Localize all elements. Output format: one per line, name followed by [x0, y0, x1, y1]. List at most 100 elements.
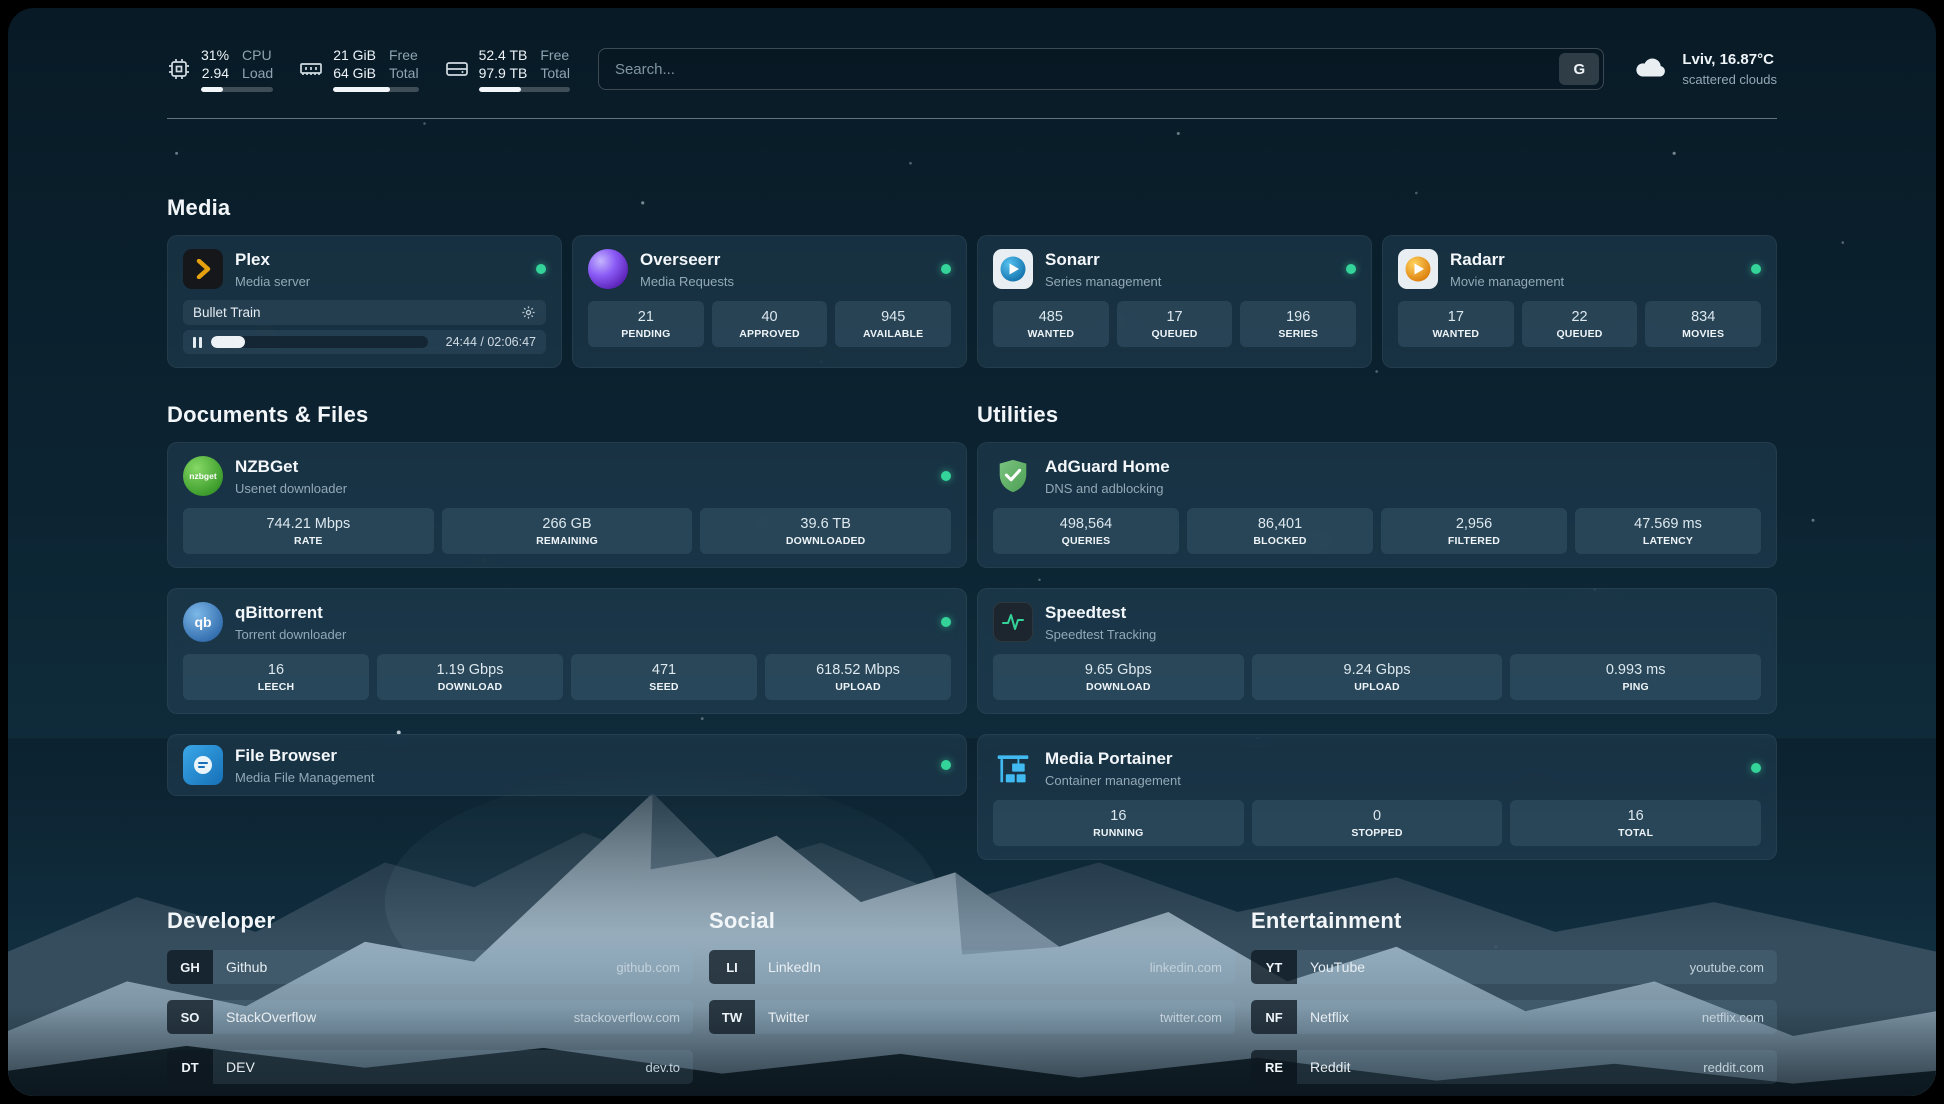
service-name: File Browser — [235, 746, 374, 766]
stat-pending: 21 PENDING — [588, 301, 704, 347]
stat-value: 22 — [1526, 309, 1634, 325]
nzbget-card[interactable]: nzbget NZBGet Usenet downloader 744.21 M… — [167, 442, 967, 568]
stat-value: 0.993 ms — [1514, 662, 1757, 678]
service-name: Radarr — [1450, 250, 1564, 270]
bookmark-dev[interactable]: DT DEV dev.to — [167, 1050, 693, 1084]
service-name: Plex — [235, 250, 310, 270]
bookmark-twitter[interactable]: TW Twitter twitter.com — [709, 1000, 1235, 1034]
stat-value: 17 — [1121, 309, 1229, 325]
status-dot — [1346, 264, 1356, 274]
cpu-widget: 31% 2.94 CPU Load — [167, 46, 273, 92]
portainer-card[interactable]: Media Portainer Container management 16 … — [977, 734, 1777, 860]
stat-value: 47.569 ms — [1579, 516, 1757, 532]
bookmark-url: stackoverflow.com — [574, 1010, 680, 1025]
stat-label: PENDING — [592, 328, 700, 340]
section-documents: Documents & Files nzbget NZBGet Usenet d… — [167, 402, 967, 796]
cpu-load: 2.94 — [202, 64, 229, 82]
media-section-title: Media — [167, 195, 1777, 221]
stat-download: 9.65 Gbps DOWNLOAD — [993, 654, 1244, 700]
top-bar: 31% 2.94 CPU Load — [167, 8, 1777, 92]
stat-total: 16 TOTAL — [1510, 800, 1761, 846]
qbittorrent-card[interactable]: qb qBittorrent Torrent downloader 16 — [167, 588, 967, 714]
stat-value: 17 — [1402, 309, 1510, 325]
filebrowser-icon — [183, 745, 223, 785]
bookmark-name: Twitter — [768, 1009, 809, 1025]
stat-queued: 22 QUEUED — [1522, 301, 1638, 347]
bookmark-abbr: DT — [167, 1050, 213, 1084]
playback-progress[interactable] — [211, 336, 428, 348]
status-dot — [1751, 264, 1761, 274]
sonarr-card[interactable]: Sonarr Series management 485 WANTED 17 Q… — [977, 235, 1372, 368]
stat-value: 16 — [187, 662, 365, 678]
disk-label-2: Total — [540, 64, 570, 82]
gear-icon[interactable] — [521, 305, 536, 320]
stat-label: LEECH — [187, 681, 365, 693]
bookmark-abbr: YT — [1251, 950, 1297, 984]
cloud-icon — [1632, 54, 1670, 85]
bookmark-youtube[interactable]: YT YouTube youtube.com — [1251, 950, 1777, 984]
cpu-label-1: CPU — [242, 46, 273, 64]
stat-label: DOWNLOADED — [704, 535, 947, 547]
overseerr-card[interactable]: Overseerr Media Requests 21 PENDING 40 A… — [572, 235, 967, 368]
bookmark-name: Reddit — [1310, 1059, 1350, 1075]
stat-value: 945 — [839, 309, 947, 325]
bookmark-github[interactable]: GH Github github.com — [167, 950, 693, 984]
overseerr-icon — [588, 249, 628, 289]
social-section-title: Social — [709, 908, 1235, 934]
section-entertainment: Entertainment YT YouTube youtube.com NF … — [1251, 908, 1777, 1084]
bookmark-abbr: SO — [167, 1000, 213, 1034]
stat-series: 196 SERIES — [1240, 301, 1356, 347]
bookmark-abbr: TW — [709, 1000, 755, 1034]
nzbget-icon: nzbget — [183, 456, 223, 496]
bookmark-reddit[interactable]: RE Reddit reddit.com — [1251, 1050, 1777, 1084]
stat-value: 1.19 Gbps — [381, 662, 559, 678]
service-desc: Series management — [1045, 274, 1161, 289]
search-input[interactable] — [598, 48, 1604, 90]
radarr-card[interactable]: Radarr Movie management 17 WANTED 22 QUE… — [1382, 235, 1777, 368]
service-desc: Speedtest Tracking — [1045, 627, 1156, 642]
bookmark-linkedin[interactable]: LI LinkedIn linkedin.com — [709, 950, 1235, 984]
cpu-percent: 31% — [201, 46, 229, 64]
stat-label: APPROVED — [716, 328, 824, 340]
bookmark-url: dev.to — [646, 1060, 680, 1075]
bookmark-stackoverflow[interactable]: SO StackOverflow stackoverflow.com — [167, 1000, 693, 1034]
service-desc: Media server — [235, 274, 310, 289]
search-provider-button[interactable]: G — [1559, 53, 1599, 85]
section-media: Media Plex Media server — [167, 195, 1777, 368]
stat-label: TOTAL — [1514, 827, 1757, 839]
portainer-icon — [993, 748, 1033, 788]
stat-movies: 834 MOVIES — [1645, 301, 1761, 347]
service-name: Sonarr — [1045, 250, 1161, 270]
adguard-card[interactable]: AdGuard Home DNS and adblocking 498,564 … — [977, 442, 1777, 568]
plex-icon — [183, 249, 223, 289]
status-dot — [1751, 763, 1761, 773]
stat-rate: 744.21 Mbps RATE — [183, 508, 434, 554]
bookmark-abbr: NF — [1251, 1000, 1297, 1034]
bookmark-url: github.com — [616, 960, 680, 975]
dashboard-screen: 31% 2.94 CPU Load — [8, 8, 1936, 1096]
stat-value: 39.6 TB — [704, 516, 947, 532]
memory-free: 21 GiB — [333, 46, 376, 64]
pause-icon[interactable] — [193, 337, 202, 348]
weather-condition: scattered clouds — [1682, 71, 1777, 89]
cpu-label-2: Load — [242, 64, 273, 82]
bookmark-netflix[interactable]: NF Netflix netflix.com — [1251, 1000, 1777, 1034]
service-desc: Media Requests — [640, 274, 734, 289]
stat-value: 196 — [1244, 309, 1352, 325]
filebrowser-card[interactable]: File Browser Media File Management — [167, 734, 967, 796]
plex-card[interactable]: Plex Media server Bullet Train — [167, 235, 562, 368]
stat-downloaded: 39.6 TB DOWNLOADED — [700, 508, 951, 554]
documents-section-title: Documents & Files — [167, 402, 967, 428]
memory-total: 64 GiB — [333, 64, 376, 82]
bookmark-url: linkedin.com — [1150, 960, 1222, 975]
disk-total: 97.9 TB — [479, 64, 528, 82]
stat-label: MOVIES — [1649, 328, 1757, 340]
bookmark-abbr: RE — [1251, 1050, 1297, 1084]
section-developer: Developer GH Github github.com SO StackO… — [167, 908, 693, 1084]
stat-value: 40 — [716, 309, 824, 325]
stat-label: LATENCY — [1579, 535, 1757, 547]
stat-upload: 618.52 Mbps UPLOAD — [765, 654, 951, 700]
speedtest-card[interactable]: Speedtest Speedtest Tracking 9.65 Gbps D… — [977, 588, 1777, 714]
weather-widget: Lviv, 16.87°C scattered clouds — [1632, 50, 1777, 88]
stat-value: 21 — [592, 309, 700, 325]
